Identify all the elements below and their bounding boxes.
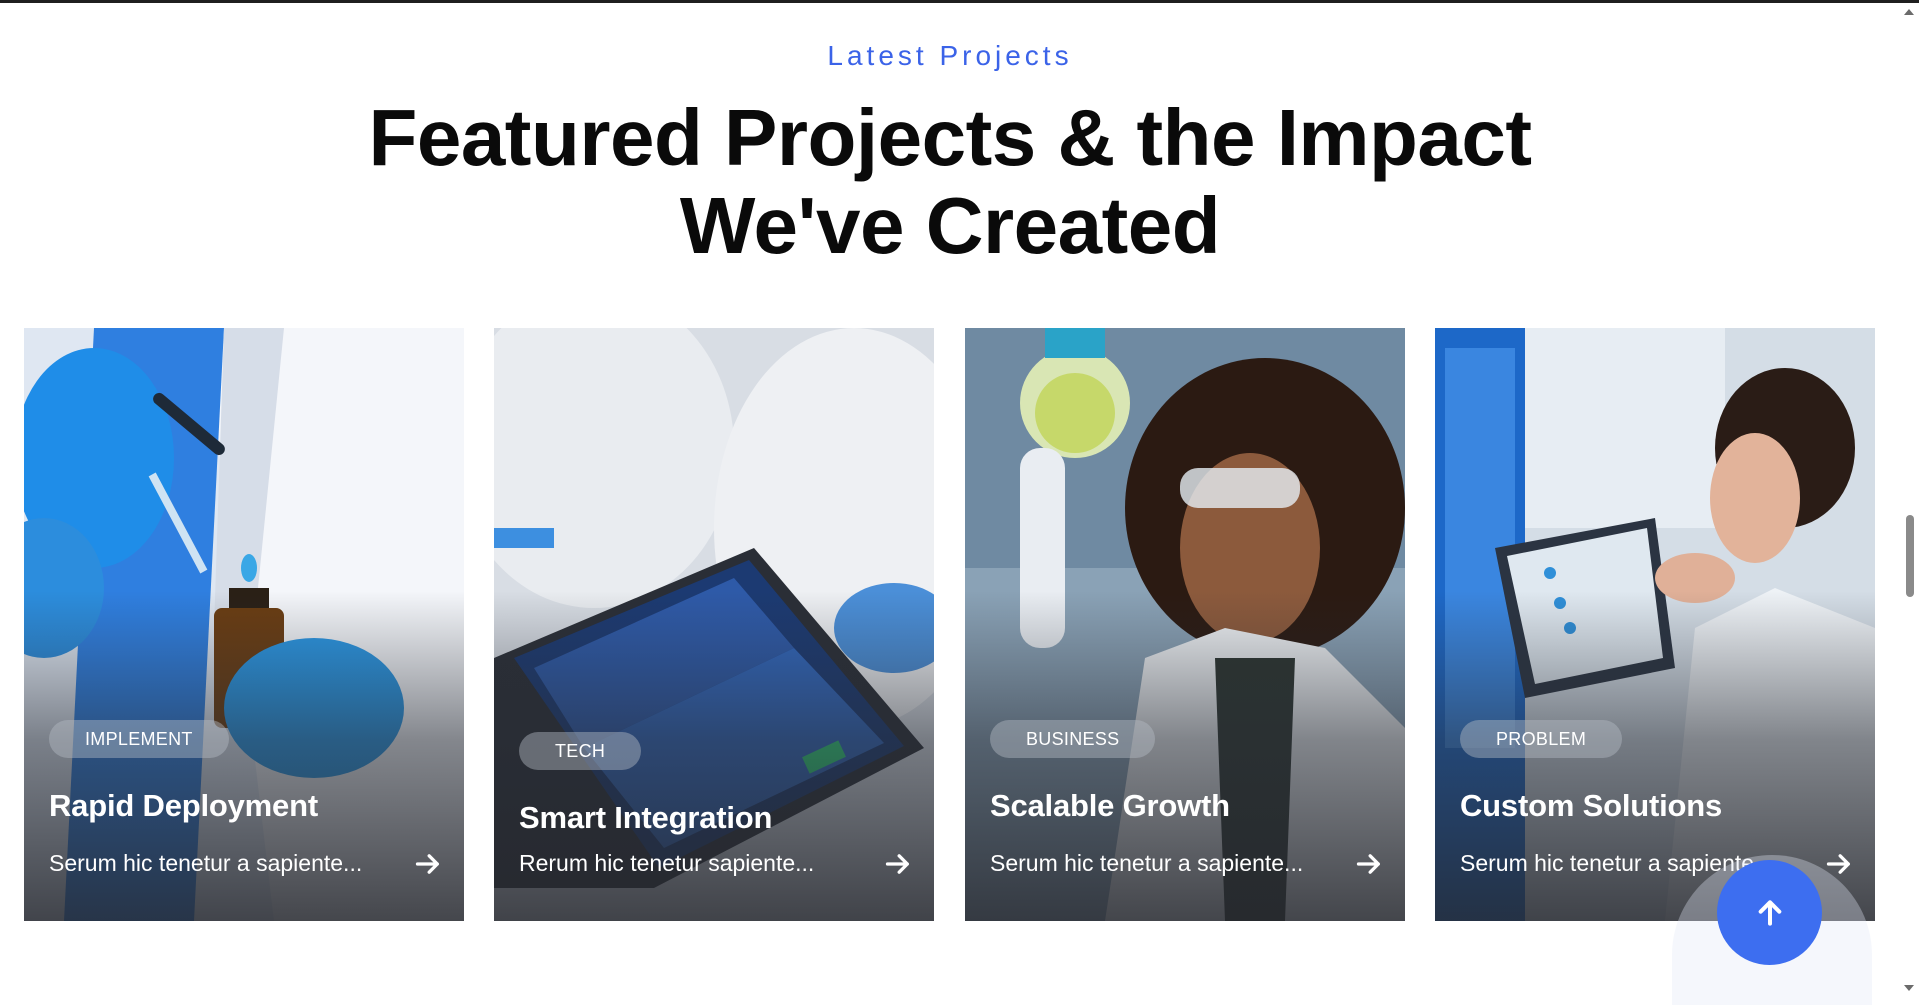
project-title[interactable]: Custom Solutions [1460, 788, 1722, 824]
project-title[interactable]: Scalable Growth [990, 788, 1230, 824]
scroll-down-arrow-icon[interactable] [1904, 985, 1914, 991]
section-headline: Featured Projects & the Impact We've Cre… [368, 93, 1532, 270]
project-card-rapid-deployment[interactable]: IMPLEMENT Rapid Deployment Serum hic ten… [24, 328, 464, 921]
project-title[interactable]: Rapid Deployment [49, 788, 318, 824]
arrow-up-icon [1754, 897, 1786, 929]
project-tag[interactable]: IMPLEMENT [49, 720, 229, 758]
scroll-to-top-button[interactable] [1717, 860, 1822, 965]
arrow-right-icon[interactable] [1355, 850, 1383, 878]
project-description: Serum hic tenetur a sapiente... [990, 850, 1304, 876]
scroll-up-arrow-icon[interactable] [1904, 9, 1914, 15]
project-tag[interactable]: BUSINESS [990, 720, 1156, 758]
project-description: Serum hic tenetur a sapiente... [49, 850, 363, 876]
arrow-right-icon[interactable] [414, 850, 442, 878]
project-card-smart-integration[interactable]: TECH Smart Integration Rerum hic tenetur… [494, 328, 934, 921]
project-description: Rerum hic tenetur sapiente... [519, 850, 815, 876]
arrow-right-icon[interactable] [884, 850, 912, 878]
scrollbar-thumb[interactable] [1906, 515, 1914, 597]
top-border [0, 0, 1919, 3]
project-card-scalable-growth[interactable]: BUSINESS Scalable Growth Serum hic tenet… [965, 328, 1405, 921]
project-tag[interactable]: PROBLEM [1460, 720, 1623, 758]
project-card-custom-solutions[interactable]: PROBLEM Custom Solutions Serum hic tenet… [1435, 328, 1875, 921]
project-tag[interactable]: TECH [519, 732, 642, 770]
section-eyebrow: Latest Projects [827, 40, 1073, 71]
page-scrollbar[interactable] [1900, 3, 1919, 999]
projects-section-header: Latest Projects Featured Projects & the … [0, 40, 1900, 270]
project-cards-grid: IMPLEMENT Rapid Deployment Serum hic ten… [24, 328, 1876, 921]
project-title[interactable]: Smart Integration [519, 800, 772, 836]
